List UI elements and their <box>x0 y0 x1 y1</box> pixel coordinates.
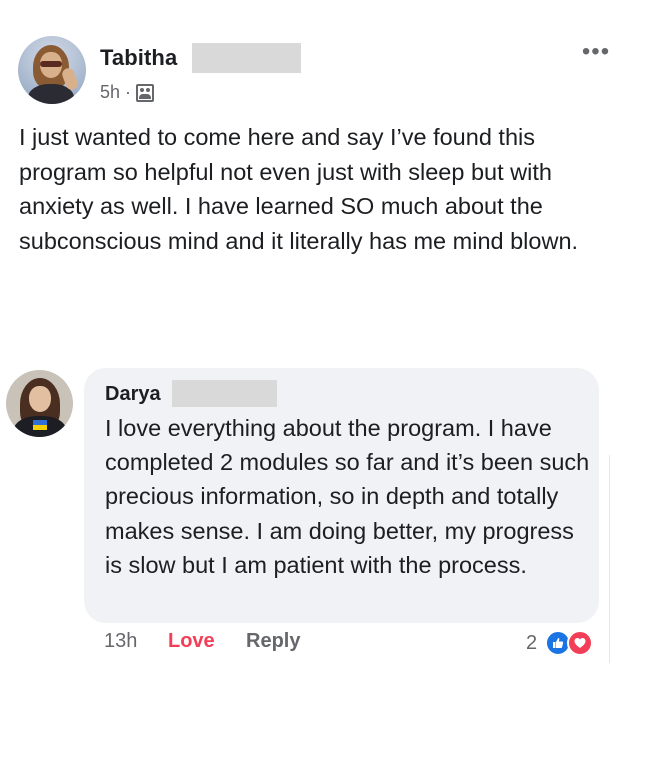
post-meta: 5h · <box>100 82 155 103</box>
comment-body-text: I love everything about the program. I h… <box>105 415 590 578</box>
post-body-text: I just wanted to come here and say I’ve … <box>19 124 579 254</box>
post-timestamp[interactable]: 5h <box>100 82 120 103</box>
friends-icon[interactable] <box>136 83 155 102</box>
meta-separator: · <box>125 82 132 102</box>
reply-button[interactable]: Reply <box>246 630 300 653</box>
commenter-name-redaction <box>172 380 277 407</box>
commenter-name[interactable]: Darya <box>105 383 161 406</box>
author-name-redaction <box>192 43 301 73</box>
post-author-name[interactable]: Tabitha <box>100 45 177 71</box>
thread-divider <box>609 455 610 663</box>
love-button[interactable]: Love <box>168 630 246 653</box>
author-avatar[interactable] <box>18 36 86 104</box>
love-icon[interactable] <box>567 630 593 656</box>
commenter-avatar[interactable] <box>6 370 73 437</box>
comment-actions: 13h Love Reply <box>104 630 300 653</box>
more-options-button[interactable]: ••• <box>578 40 614 64</box>
reaction-count[interactable]: 2 <box>526 632 537 655</box>
comment-timestamp[interactable]: 13h <box>104 630 168 653</box>
